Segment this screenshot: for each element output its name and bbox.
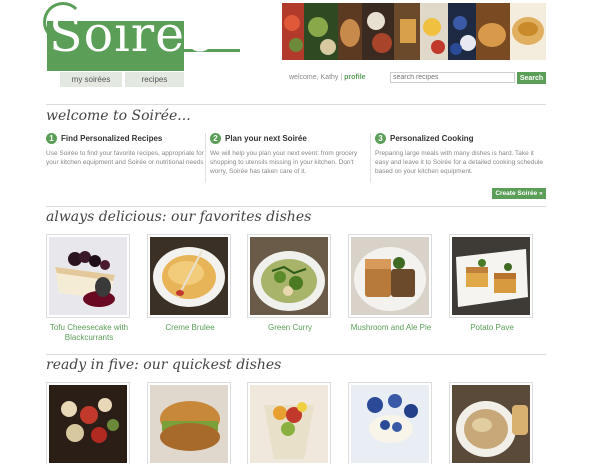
dish-photo[interactable] bbox=[46, 234, 130, 318]
tortellini-photo bbox=[49, 385, 127, 463]
dish-photo[interactable] bbox=[449, 234, 533, 318]
banner-photo-strip bbox=[282, 3, 546, 60]
dish-photo[interactable] bbox=[147, 234, 231, 318]
quickest-title: ready in five: our quickest dishes bbox=[46, 357, 282, 373]
welcome-separator: | bbox=[340, 74, 343, 81]
dish-name[interactable]: Tofu Cheesecake with Blackcurrants bbox=[46, 323, 132, 343]
dish-name[interactable]: Mushroom and Ale Pie bbox=[348, 323, 434, 333]
soiree-logo[interactable]: Soirée bbox=[43, 2, 240, 71]
step-divider bbox=[205, 133, 206, 183]
dish-card-green-curry[interactable]: Green Curry bbox=[247, 234, 333, 333]
intro-title: welcome to Soirée... bbox=[46, 108, 191, 124]
step-body: We will help you plan your next event: f… bbox=[210, 150, 358, 175]
dish-card[interactable] bbox=[147, 382, 233, 464]
step-plan-soiree: 2 Plan your next Soirée We will help you… bbox=[210, 133, 370, 176]
step-number-badge: 2 bbox=[210, 133, 221, 144]
dish-name[interactable]: Green Curry bbox=[247, 323, 333, 333]
step-title: Plan your next Soirée bbox=[225, 134, 307, 143]
search-input[interactable] bbox=[390, 72, 515, 83]
dish-name[interactable]: Creme Brulee bbox=[147, 323, 233, 333]
blueberry-dessert-photo bbox=[351, 385, 429, 463]
dish-card[interactable] bbox=[449, 382, 535, 464]
dish-card[interactable] bbox=[247, 382, 333, 464]
dish-photo[interactable] bbox=[348, 382, 432, 464]
dish-photo[interactable] bbox=[46, 382, 130, 464]
welcome-text: welcome, Kathy bbox=[289, 74, 339, 81]
dish-card-mushroom-ale-pie[interactable]: Mushroom and Ale Pie bbox=[348, 234, 434, 333]
dish-card-tofu-cheesecake[interactable]: Tofu Cheesecake with Blackcurrants bbox=[46, 234, 132, 343]
dish-card[interactable] bbox=[46, 382, 132, 464]
dish-name[interactable]: Potato Pave bbox=[449, 323, 535, 333]
potato-pave-photo bbox=[452, 237, 530, 315]
create-soiree-button[interactable]: Create Soirée » bbox=[492, 188, 546, 199]
step-number-badge: 1 bbox=[46, 133, 57, 144]
creme-brulee-photo bbox=[150, 237, 228, 315]
step-personalized-cooking: 3 Personalized Cooking Preparing large m… bbox=[375, 133, 547, 176]
step-divider bbox=[370, 133, 371, 183]
nav-recipes-button[interactable]: recipes bbox=[125, 72, 184, 87]
welcome-greeting: welcome, Kathy | profile bbox=[289, 74, 366, 81]
dish-photo[interactable] bbox=[247, 234, 331, 318]
dish-photo[interactable] bbox=[449, 382, 533, 464]
logo-text: Soirée bbox=[49, 6, 216, 63]
step-find-recipes: 1 Find Personalized Recipes Use Soirée t… bbox=[46, 133, 206, 167]
dish-card-creme-brulee[interactable]: Creme Brulee bbox=[147, 234, 233, 333]
favorites-title: always delicious: our favorites dishes bbox=[46, 209, 312, 225]
dish-card[interactable] bbox=[348, 382, 434, 464]
step-number-badge: 3 bbox=[375, 133, 386, 144]
green-curry-photo bbox=[250, 237, 328, 315]
dish-photo[interactable] bbox=[348, 234, 432, 318]
step-body: Use Soirée to find your favorite recipes… bbox=[46, 150, 204, 166]
sandwich-photo bbox=[150, 385, 228, 463]
divider bbox=[46, 206, 546, 207]
mushroom-ale-pie-photo bbox=[351, 237, 429, 315]
soup-photo bbox=[452, 385, 530, 463]
fruit-cup-photo bbox=[250, 385, 328, 463]
dish-card-potato-pave[interactable]: Potato Pave bbox=[449, 234, 535, 333]
food-photo-banner bbox=[282, 3, 546, 60]
search-button[interactable]: Search bbox=[517, 72, 546, 84]
profile-link[interactable]: profile bbox=[344, 74, 365, 81]
divider bbox=[46, 104, 546, 105]
step-title: Personalized Cooking bbox=[390, 134, 474, 143]
dish-photo[interactable] bbox=[247, 382, 331, 464]
dish-photo[interactable] bbox=[147, 382, 231, 464]
step-body: Preparing large meals with many dishes i… bbox=[375, 150, 544, 175]
step-title: Find Personalized Recipes bbox=[61, 134, 163, 143]
nav-my-soirees-button[interactable]: my soirées bbox=[60, 72, 122, 87]
divider bbox=[46, 354, 546, 355]
cheesecake-photo bbox=[49, 237, 127, 315]
